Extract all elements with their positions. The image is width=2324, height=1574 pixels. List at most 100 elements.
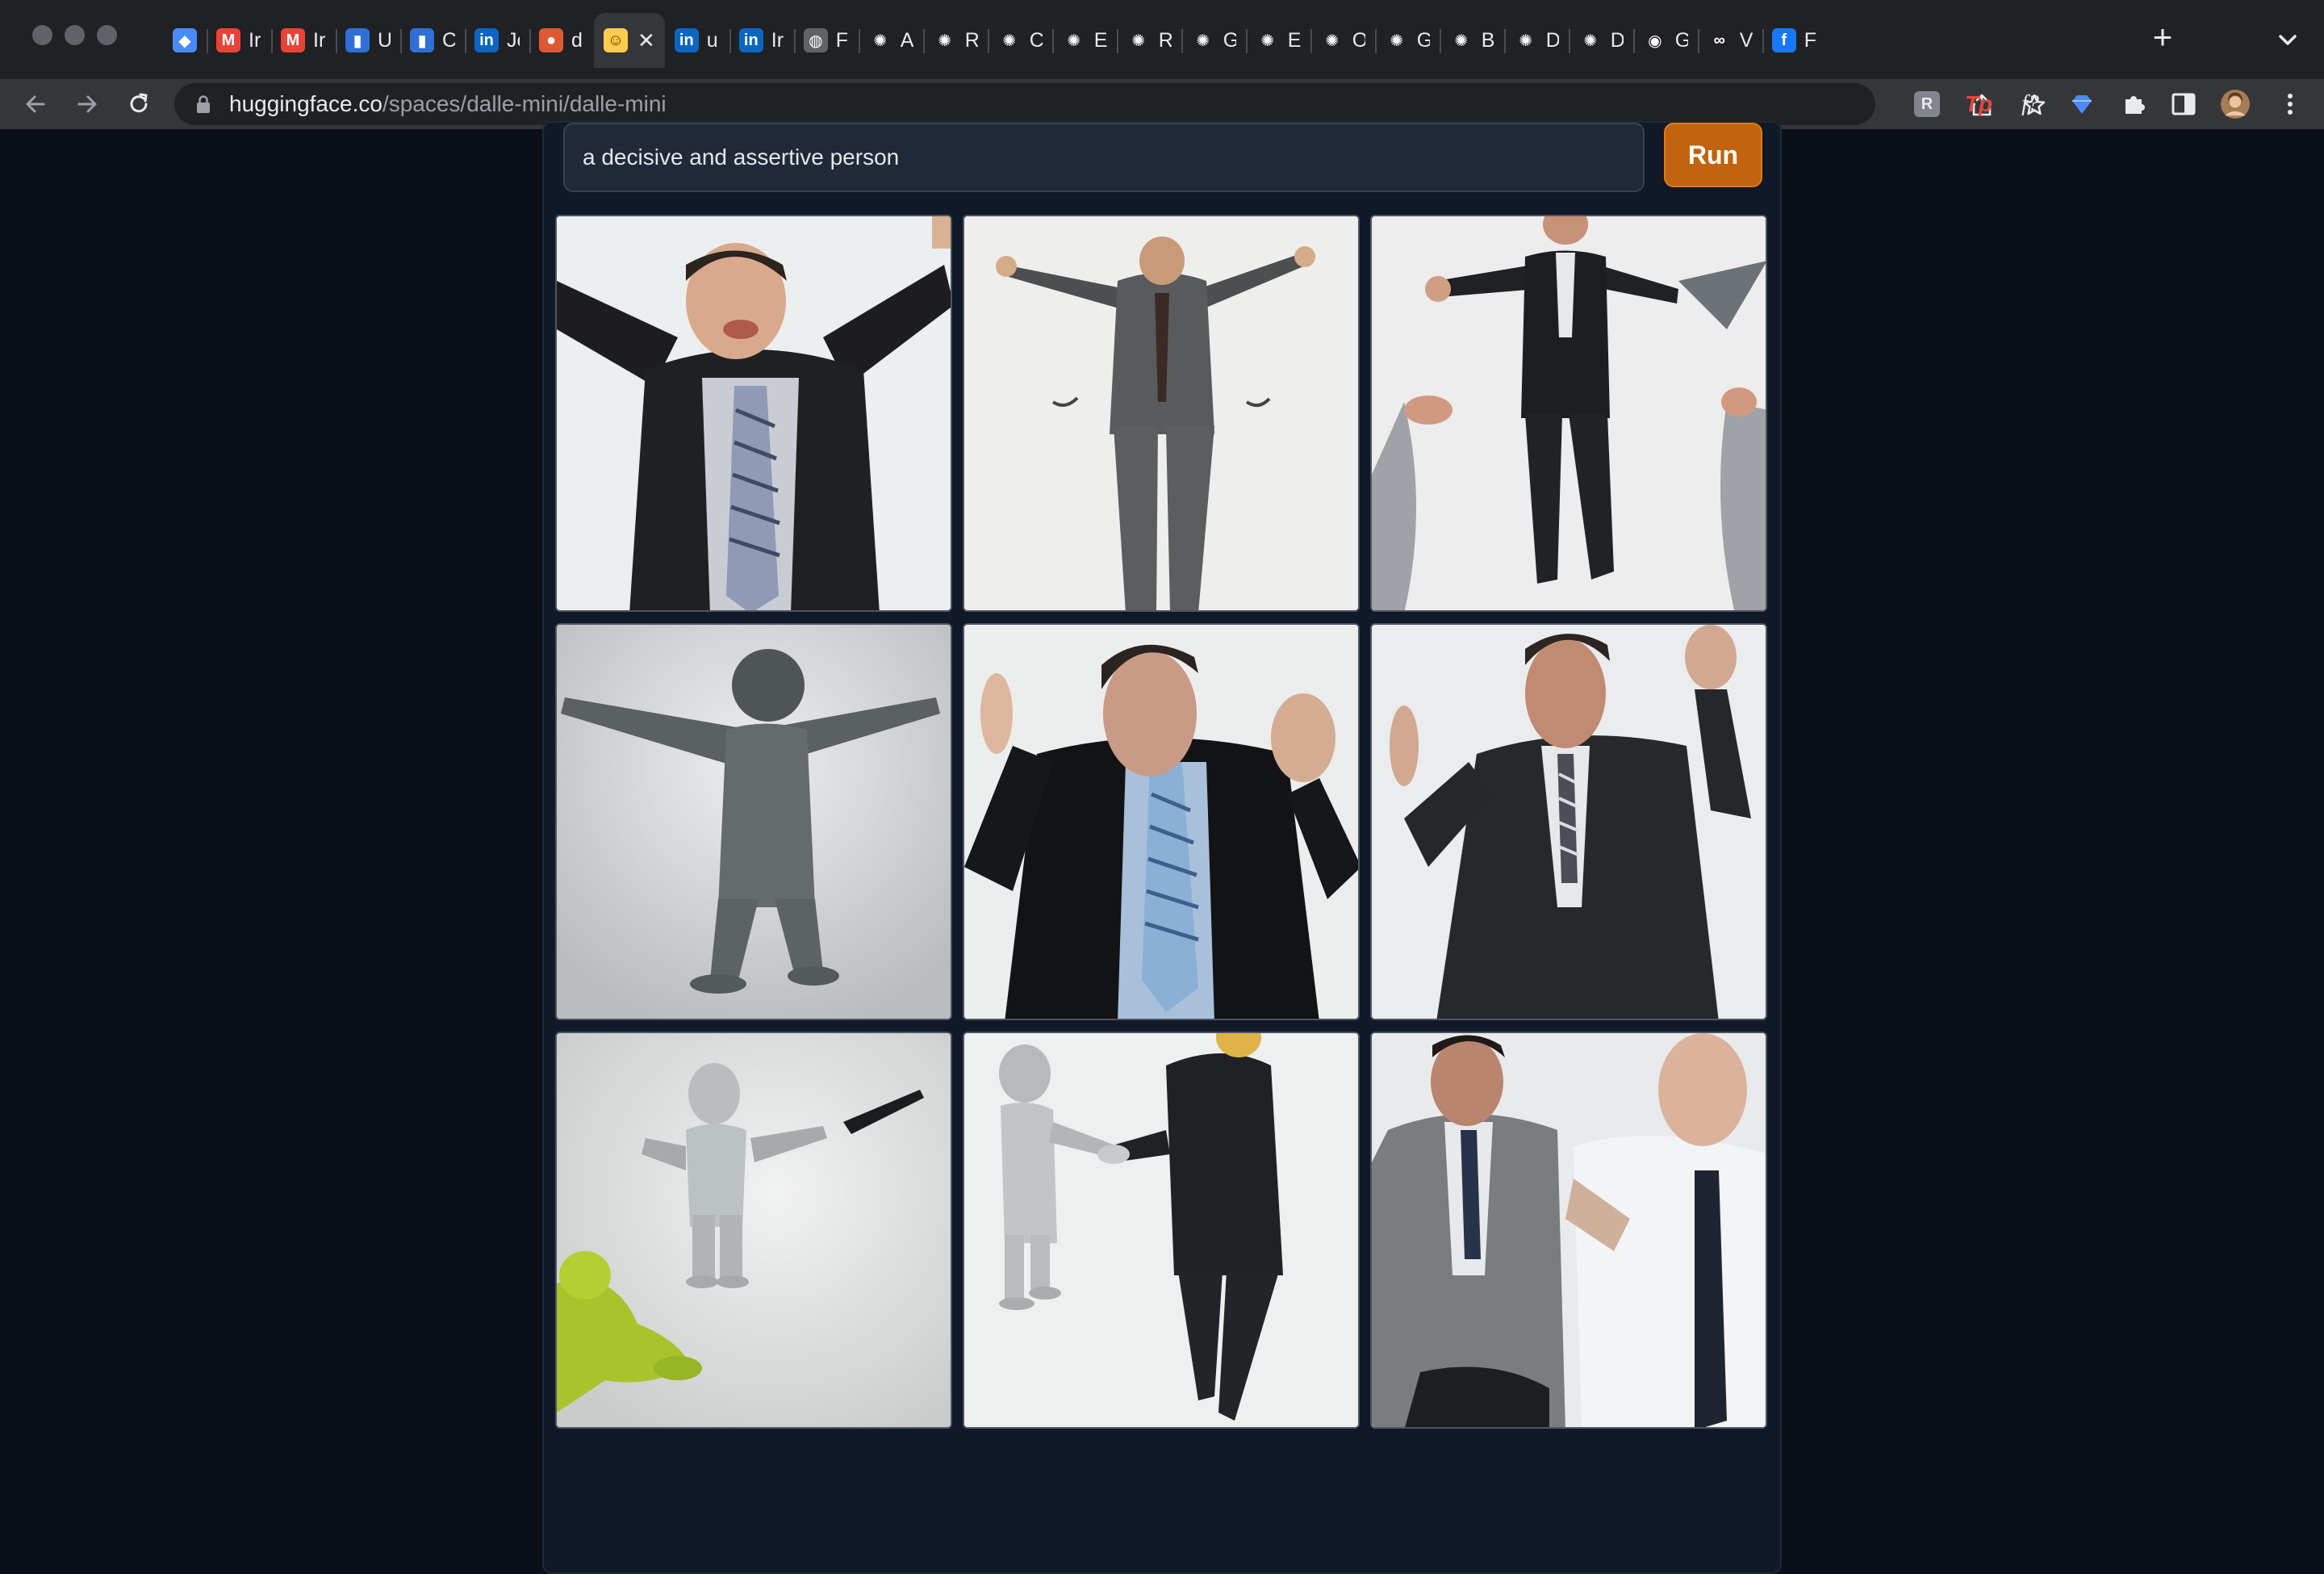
browser-tab-strip: ◆MIrMIr▮U▮CinJo●d☺✕inuinIr◍F✺A✺R✺C✺E✺R✺G… <box>0 0 2324 79</box>
window-minimize-button[interactable] <box>65 25 85 45</box>
openai-icon: ✺ <box>997 28 1022 52</box>
window-close-button[interactable] <box>32 25 52 45</box>
browser-tab[interactable]: ∞ V <box>1697 13 1762 68</box>
tab-title: E <box>1287 28 1301 52</box>
generated-image-3d-figure-pointing-green-figure <box>557 1033 951 1427</box>
browser-tab[interactable]: ▮ C <box>400 13 465 68</box>
url-text: huggingface.co/spaces/dalle-mini/dalle-m… <box>229 83 667 125</box>
window-zoom-button[interactable] <box>97 25 117 45</box>
browser-tab[interactable]: M Ir <box>207 13 271 68</box>
browser-tab[interactable]: ▮ U <box>336 13 400 68</box>
browser-tab[interactable]: ✺ R <box>1116 13 1181 68</box>
gallery-image[interactable] <box>963 215 1360 612</box>
gallery-image[interactable] <box>555 1032 952 1429</box>
generated-image-3d-figure-handshake-businessman <box>964 1033 1358 1427</box>
browser-tab[interactable]: ✺ O <box>1310 13 1375 68</box>
browser-tab[interactable]: ✺ E <box>1245 13 1310 68</box>
linkedin-icon: in <box>674 28 699 52</box>
arrow-right-icon <box>77 95 97 113</box>
gmail-icon: M <box>216 28 240 52</box>
back-button[interactable] <box>16 85 55 123</box>
browser-tab[interactable]: in Ir <box>729 13 794 68</box>
tab-title: F <box>1804 28 1817 52</box>
openai-icon: ✺ <box>1255 28 1280 52</box>
browser-tab[interactable]: ✺ R <box>922 13 988 68</box>
globe-icon: ◍ <box>803 28 828 52</box>
tab-title: D <box>1610 28 1624 52</box>
gallery-image[interactable] <box>555 215 952 612</box>
infinity-icon: ∞ <box>1707 28 1732 52</box>
tab-close-icon[interactable]: ✕ <box>637 30 655 51</box>
browser-tab[interactable]: in Jo <box>465 13 529 68</box>
diamond-icon: ◆ <box>173 28 197 52</box>
duckduckgo-icon: ● <box>539 28 563 52</box>
openai-icon: ✺ <box>1319 28 1344 52</box>
browser-menu-icon[interactable] <box>2276 90 2305 119</box>
tab-title: Ir <box>771 28 784 52</box>
openai-icon: ✺ <box>1126 28 1151 52</box>
page-content: Run <box>0 121 2324 1574</box>
new-tab-button[interactable]: + <box>2146 20 2179 57</box>
browser-tab[interactable]: ◍ F <box>793 13 859 68</box>
prompt-input[interactable] <box>563 123 1645 192</box>
extension-diamond-icon[interactable] <box>2067 90 2096 119</box>
openai-icon: ✺ <box>1384 28 1409 52</box>
browser-tab[interactable]: ◉ G <box>1632 13 1698 68</box>
browser-tab[interactable]: ✺ A <box>858 13 923 68</box>
huggingface-icon: ☺ <box>604 28 628 52</box>
tab-title: u <box>706 28 718 52</box>
tab-list: ◆MIrMIr▮U▮CinJo●d☺✕inuinIr◍F✺A✺R✺C✺E✺R✺G… <box>163 13 1827 68</box>
browser-tab[interactable]: ● d <box>529 13 594 68</box>
browser-tab[interactable]: in u <box>665 13 729 68</box>
extension-font-icon[interactable]: f? <box>2016 90 2045 119</box>
browser-tab[interactable]: fF <box>1762 13 1827 68</box>
openai-icon: ✺ <box>1448 28 1473 52</box>
browser-tab[interactable]: ✺ D <box>1568 13 1633 68</box>
gmail-icon: M <box>281 28 305 52</box>
side-panel-icon[interactable] <box>2169 90 2198 119</box>
openai-icon: ✺ <box>1190 28 1215 52</box>
extensions-puzzle-icon[interactable] <box>2119 90 2148 119</box>
extension-r-icon[interactable]: R <box>1912 90 1942 119</box>
browser-tab[interactable]: M Ir <box>271 13 336 68</box>
bar-chart-icon: ▮ <box>410 28 434 52</box>
tab-title: O <box>1352 28 1365 52</box>
browser-tab[interactable]: ✺ C <box>987 13 1052 68</box>
gallery-image[interactable] <box>963 623 1360 1020</box>
browser-tab[interactable]: ✺ G <box>1181 13 1246 68</box>
run-button[interactable]: Run <box>1664 123 1762 187</box>
browser-tab[interactable]: ☺ ✕ <box>594 13 665 68</box>
reload-button[interactable] <box>119 85 158 123</box>
browser-tab[interactable]: ✺ D <box>1503 13 1569 68</box>
extension-tp-icon[interactable]: Tp <box>1964 90 1993 119</box>
tab-title: Ir <box>313 28 326 52</box>
tab-title: d <box>571 28 583 52</box>
browser-tab[interactable]: ✺ E <box>1051 13 1117 68</box>
lock-icon[interactable] <box>195 94 211 114</box>
gallery-image[interactable] <box>1370 623 1767 1020</box>
browser-tab[interactable]: ◆ <box>163 13 207 68</box>
url-host: huggingface.co <box>229 91 382 116</box>
gallery-image[interactable] <box>1370 215 1767 612</box>
tab-title: G <box>1223 28 1236 52</box>
forward-button[interactable] <box>68 85 107 123</box>
tab-search-icon[interactable] <box>2274 26 2301 53</box>
tab-title: R <box>964 28 978 52</box>
gallery-image[interactable] <box>1370 1032 1767 1429</box>
address-bar[interactable]: huggingface.co/spaces/dalle-mini/dalle-m… <box>174 83 2046 125</box>
tab-title: E <box>1093 28 1107 52</box>
browser-tab[interactable]: ✺ B <box>1439 13 1504 68</box>
generated-image-gallery <box>555 215 1770 1429</box>
generated-image-man-in-black-suit-with-legs <box>1372 216 1766 610</box>
tab-title: C <box>1029 28 1043 52</box>
tab-title: G <box>1674 28 1688 52</box>
openai-icon: ✺ <box>867 28 892 52</box>
tab-title: D <box>1545 28 1559 52</box>
browser-tab[interactable]: ✺ G <box>1374 13 1440 68</box>
profile-avatar[interactable] <box>2221 90 2250 119</box>
generated-image-man-in-grey-suit-arms-spread <box>964 216 1358 610</box>
tab-title: U <box>378 28 391 52</box>
arrow-left-icon <box>26 95 45 113</box>
gallery-image[interactable] <box>963 1032 1360 1429</box>
gallery-image[interactable] <box>555 623 952 1020</box>
